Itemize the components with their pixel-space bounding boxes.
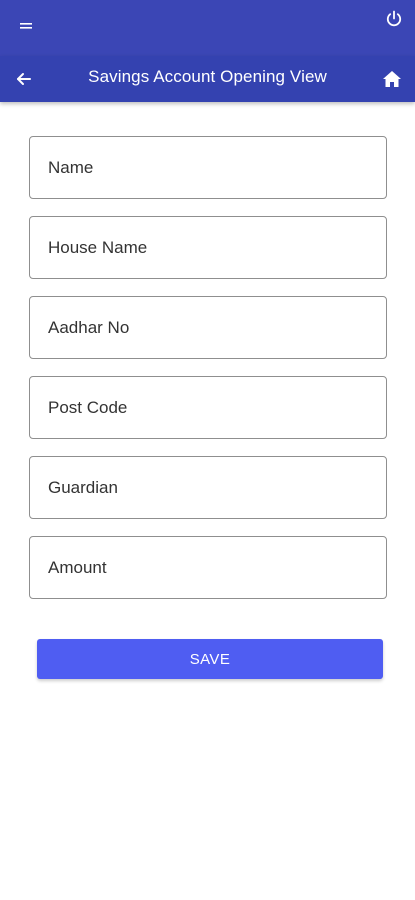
house-name-input[interactable] xyxy=(30,217,386,278)
house-name-field-container xyxy=(29,216,387,279)
amount-field-container xyxy=(29,536,387,599)
name-input[interactable] xyxy=(30,137,386,198)
amount-input[interactable] xyxy=(30,537,386,598)
guardian-field-container xyxy=(29,456,387,519)
aadhar-no-input[interactable] xyxy=(30,297,386,358)
menu-icon[interactable] xyxy=(20,21,32,31)
page-title: Savings Account Opening View xyxy=(88,67,327,86)
post-code-field-container xyxy=(29,376,387,439)
account-form xyxy=(29,136,387,616)
top-bar xyxy=(0,0,415,56)
power-icon[interactable] xyxy=(385,10,403,28)
name-field-container xyxy=(29,136,387,199)
guardian-input[interactable] xyxy=(30,457,386,518)
post-code-input[interactable] xyxy=(30,377,386,438)
aadhar-no-field-container xyxy=(29,296,387,359)
app-bar: Savings Account Opening View xyxy=(0,56,415,102)
save-button[interactable]: SAVE xyxy=(37,639,383,679)
home-icon[interactable] xyxy=(382,69,402,89)
